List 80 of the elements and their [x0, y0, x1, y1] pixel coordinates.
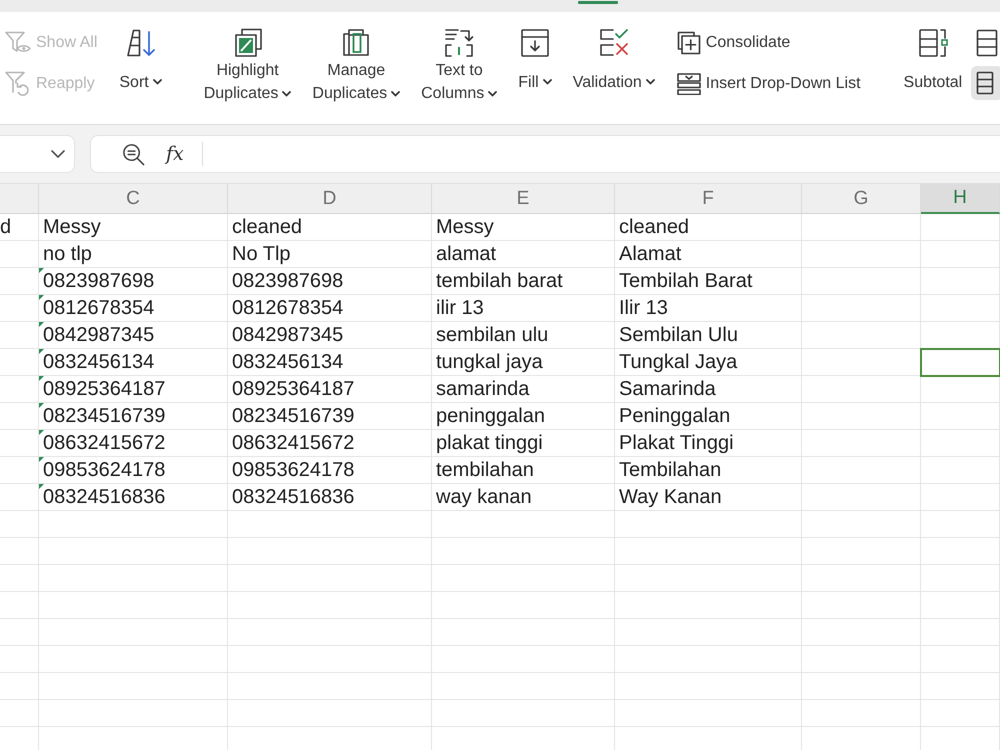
spreadsheet-cell[interactable]: 0812678354	[228, 295, 432, 322]
spreadsheet-cell[interactable]: cleaned	[228, 214, 432, 241]
spreadsheet-cell[interactable]: 0842987345	[39, 322, 228, 349]
hatched-squares-icon	[232, 28, 263, 58]
spreadsheet-cell[interactable]: sembilan ulu	[432, 322, 615, 349]
spreadsheet-cell[interactable]: 09853624178	[39, 457, 228, 484]
spreadsheet-cell[interactable]: Tembilahan	[615, 457, 802, 484]
table-icon	[976, 71, 994, 95]
spreadsheet-cell[interactable]: 0832456134	[39, 349, 228, 376]
spreadsheet-cell[interactable]: 08632415672	[228, 430, 432, 457]
chevron-down-icon	[51, 150, 65, 158]
filter-eye-icon	[5, 30, 31, 54]
fill-down-icon	[520, 28, 550, 58]
spreadsheet-cell[interactable]: 08324516836	[228, 484, 432, 511]
consolidate-button[interactable]: Consolidate	[676, 22, 862, 63]
function-button[interactable]: fx	[165, 144, 185, 164]
column-header[interactable]: D	[228, 184, 432, 214]
filter-refresh-icon	[5, 71, 31, 96]
spreadsheet-cell[interactable]: tembilahan	[432, 457, 615, 484]
spreadsheet-cell[interactable]: peninggalan	[432, 403, 615, 430]
spreadsheet-cell[interactable]: d	[0, 214, 39, 241]
spreadsheet-cell[interactable]: 0812678354	[39, 295, 228, 322]
column-header[interactable]: E	[432, 184, 615, 214]
fill-button[interactable]: Fill	[518, 26, 552, 108]
column-header[interactable]: F	[615, 184, 802, 214]
selected-cell[interactable]	[921, 349, 1000, 376]
active-tab-indicator	[578, 1, 618, 4]
spreadsheet-cell[interactable]: no tlp	[39, 241, 228, 268]
check-cross-icon	[598, 28, 629, 58]
spreadsheet-cell[interactable]: tembilah barat	[432, 268, 615, 295]
spreadsheet-cell[interactable]: Messy	[432, 214, 615, 241]
insert-dropdown-list-button[interactable]: Insert Drop-Down List	[676, 63, 862, 104]
spreadsheet-cell[interactable]: Sembilan Ulu	[615, 322, 802, 349]
spreadsheet-cell[interactable]: 09853624178	[228, 457, 432, 484]
spreadsheet-cell[interactable]: ilir 13	[432, 295, 615, 322]
spreadsheet-cell[interactable]: 0823987698	[228, 268, 432, 295]
spreadsheet-cell[interactable]: 08925364187	[39, 376, 228, 403]
spreadsheet-cell[interactable]: Ilir 13	[615, 295, 802, 322]
spreadsheet-cell[interactable]: plakat tinggi	[432, 430, 615, 457]
table-icon	[976, 28, 998, 56]
text-columns-icon	[444, 28, 474, 58]
spreadsheet-cell[interactable]: samarinda	[432, 376, 615, 403]
dropdown-list-icon	[676, 72, 701, 94]
validation-button[interactable]: Validation	[572, 26, 655, 108]
sort-button[interactable]: Sort	[119, 26, 162, 108]
spreadsheet-cell[interactable]: No Tlp	[228, 241, 432, 268]
spreadsheet-cell[interactable]: 0842987345	[228, 322, 432, 349]
spreadsheet-cell[interactable]: Samarinda	[615, 376, 802, 403]
spreadsheet-cell[interactable]: 0823987698	[39, 268, 228, 295]
column-header[interactable]: H	[921, 184, 1000, 214]
manage-duplicates-button[interactable]: Manage Duplicates	[312, 26, 400, 108]
spreadsheet-cell[interactable]: 08632415672	[39, 430, 228, 457]
subtotal-table-icon	[918, 28, 948, 58]
spreadsheet-cell[interactable]: way kanan	[432, 484, 615, 511]
spreadsheet-cell[interactable]: Messy	[39, 214, 228, 241]
spreadsheet-cell[interactable]: Tungkal Jaya	[615, 349, 802, 376]
spreadsheet-cell[interactable]: alamat	[432, 241, 615, 268]
spreadsheet-cell[interactable]: 08234516739	[39, 403, 228, 430]
bracket-squares-icon	[341, 28, 372, 58]
text-to-columns-button[interactable]: Text to Columns	[421, 26, 498, 108]
spreadsheet-cell[interactable]: cleaned	[615, 214, 802, 241]
spreadsheet-cell[interactable]: 08234516739	[228, 403, 432, 430]
spreadsheet-cell[interactable]: 0832456134	[228, 349, 432, 376]
formula-bar[interactable]: fx	[90, 135, 1000, 173]
spreadsheet-cell[interactable]: Alamat	[615, 241, 802, 268]
magnifier-icon[interactable]	[122, 142, 145, 166]
spreadsheet-cell[interactable]: Peninggalan	[615, 403, 802, 430]
spreadsheet-cell[interactable]: Plakat Tinggi	[615, 430, 802, 457]
column-header[interactable]: G	[802, 184, 921, 214]
subtotal-button[interactable]: Subtotal	[904, 26, 962, 108]
spreadsheet-cell[interactable]: 08324516836	[39, 484, 228, 511]
sort-icon	[126, 29, 156, 57]
spreadsheet-cell[interactable]: tungkal jaya	[432, 349, 615, 376]
spreadsheet-cell[interactable]: 08925364187	[228, 376, 432, 403]
plus-squares-icon	[676, 30, 701, 54]
highlight-duplicates-button[interactable]: Highlight Duplicates	[204, 26, 292, 108]
spreadsheet-cell[interactable]: Way Kanan	[615, 484, 802, 511]
table-button[interactable]	[971, 66, 1000, 100]
spreadsheet-cell[interactable]: Tembilah Barat	[615, 268, 802, 295]
column-header[interactable]: C	[39, 184, 228, 214]
